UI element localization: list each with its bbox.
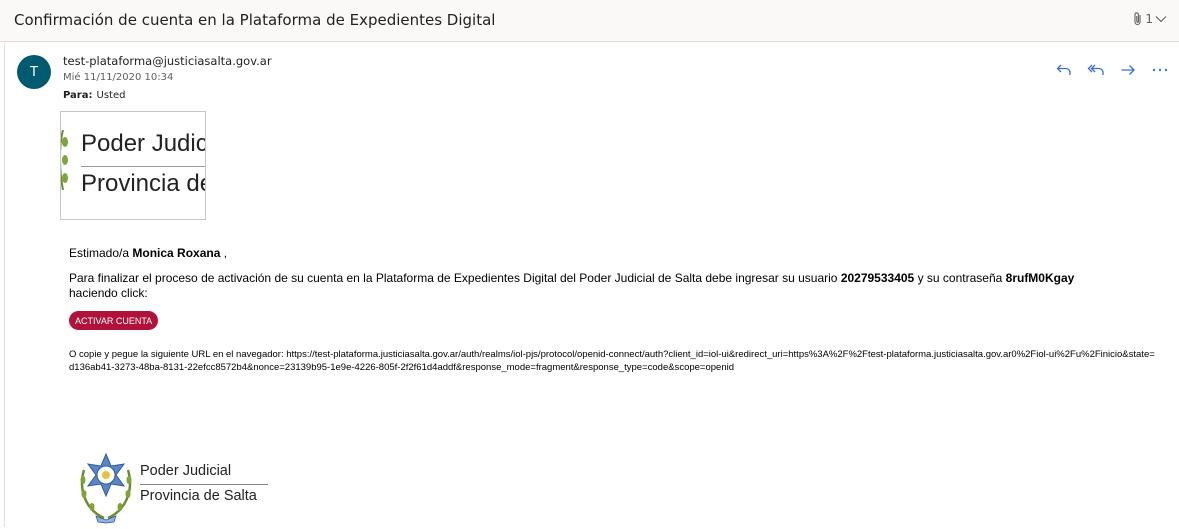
provincial-seal-icon [78, 450, 134, 529]
logo-line-2: Provincia de [81, 170, 206, 197]
footer-line-2: Provincia de Salta [140, 488, 257, 504]
footer-divider [140, 484, 268, 485]
message-actions [1055, 62, 1169, 78]
greeting-name: Monica Roxana [132, 246, 221, 260]
to-label: Para: [63, 90, 93, 101]
url-prefix: O copie y pegue la siguiente URL en el n… [69, 349, 284, 360]
chevron-down-icon[interactable] [1155, 15, 1167, 23]
forward-icon[interactable] [1119, 62, 1137, 78]
message-part-1: Para finalizar el proceso de activación … [69, 271, 838, 285]
sender-address[interactable]: test-plataforma@justiciasalta.gov.ar [63, 54, 272, 68]
avatar[interactable]: T [17, 55, 51, 89]
reply-icon[interactable] [1055, 62, 1073, 78]
more-icon[interactable] [1151, 62, 1169, 78]
to-value: Usted [96, 90, 126, 101]
logo-line-1: Poder Judic [81, 130, 206, 157]
message-date: Mié 11/11/2020 10:34 [63, 72, 174, 83]
paperclip-icon [1133, 11, 1143, 27]
email-subject: Confirmación de cuenta en la Plataforma … [14, 11, 496, 29]
username: 20279533405 [840, 271, 915, 285]
recipient-line: Para: Usted [63, 90, 125, 101]
password: 8rufM0Kgay [1005, 271, 1075, 285]
greeting-suffix: , [223, 246, 228, 260]
footer-line-1: Poder Judicial [140, 463, 232, 479]
attachment-indicator[interactable]: 1 [1133, 11, 1167, 27]
message-body: Para finalizar el proceso de activación … [69, 271, 1149, 301]
subject-bar: Confirmación de cuenta en la Plataforma … [0, 0, 1179, 42]
logo-divider [81, 166, 205, 167]
header-logo-image: Poder Judic Provincia de [60, 111, 206, 220]
greeting: Estimado/a Monica Roxana , [69, 246, 227, 260]
message-part-2: y su contraseña [917, 271, 1003, 285]
attachment-count: 1 [1145, 12, 1153, 26]
greeting-prefix: Estimado/a [69, 246, 130, 260]
reply-all-icon[interactable] [1087, 62, 1105, 78]
laurel-icon [61, 129, 69, 195]
message-part-3: haciendo click: [69, 286, 148, 300]
activate-account-button[interactable]: ACTIVAR CUENTA [69, 311, 159, 330]
url-paragraph: O copie y pegue la siguiente URL en el n… [69, 348, 1159, 374]
